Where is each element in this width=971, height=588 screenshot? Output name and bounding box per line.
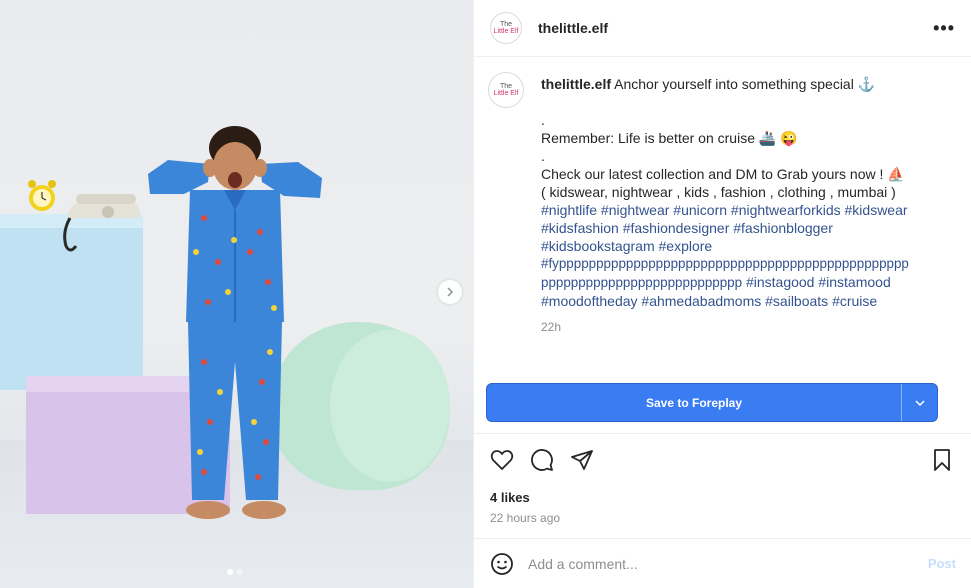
caption-age: 22h [541,320,562,334]
mint-cylinder-face [330,330,450,482]
hashtag-line[interactable]: #fyppppppppppppppppppppppppppppppppppppp… [541,255,951,273]
alarm-clock-prop [28,180,56,211]
child-in-pajamas [148,126,322,519]
carousel-dot [237,569,243,575]
hashtag-line[interactable]: ppppppppppppppppppppppppppp [541,275,742,290]
save-post-button[interactable] [930,448,956,472]
chevron-right-icon [447,287,454,297]
carousel-dot-active [227,569,233,575]
comment-input[interactable] [528,555,928,572]
hashtag-line[interactable]: #nightlife #nightwear #unicorn #nightwea… [541,201,951,219]
post-details-panel: The Little Elf thelittle.elf ••• The Lit… [473,0,971,588]
save-to-foreplay-control: Save to Foreplay [486,383,938,422]
hashtag-line[interactable]: #kidsfashion #fashiondesigner #fashionbl… [541,219,951,237]
caption-line: Check our latest collection and DM to Gr… [541,166,905,182]
likes-count[interactable]: 4 likes [490,490,530,505]
caption-line: Remember: Life is better on cruise 🚢 😜 [541,130,798,146]
avatar[interactable]: The Little Elf [490,12,522,44]
caption-text: thelittle.elf Anchor yourself into somet… [541,75,951,336]
post-image[interactable] [0,0,473,588]
post-timestamp[interactable]: 22 hours ago [490,511,560,525]
chevron-down-icon [914,399,925,406]
post-comment-button[interactable]: Post [928,556,956,571]
caption-avatar[interactable]: The Little Elf [488,72,524,108]
caption-username[interactable]: thelittle.elf [541,76,611,92]
comment-bar: Post [474,538,971,588]
post-username[interactable]: thelittle.elf [538,20,608,36]
divider [474,433,971,434]
send-icon [571,450,593,470]
caption-line: Anchor yourself into something special ⚓ [614,76,876,92]
caption-area: The Little Elf thelittle.elf Anchor your… [474,57,971,375]
bookmark-icon [934,449,950,471]
caption-line: . [541,148,545,164]
hashtag-line[interactable]: #moodoftheday #ahmedabadmoms #sailboats … [541,292,951,310]
caption-line: . [541,112,545,128]
share-button[interactable] [570,448,596,472]
heart-icon [490,450,514,470]
save-to-foreplay-button[interactable]: Save to Foreplay [487,384,901,421]
carousel-indicator [227,569,243,575]
hashtag-line[interactable]: #instagood #instamood [746,274,891,290]
emoji-icon[interactable] [490,552,514,576]
avatar-text: The [499,21,513,28]
more-options-icon[interactable]: ••• [933,18,955,39]
hashtag-line[interactable]: #kidsbookstagram #explore [541,237,951,255]
avatar-text-brand: Little Elf [493,28,519,35]
save-options-dropdown[interactable] [901,384,937,421]
comment-icon [531,449,553,471]
like-button[interactable] [490,448,516,472]
post-header: The Little Elf thelittle.elf ••• [474,0,971,57]
comment-button[interactable] [530,448,556,472]
next-slide-button[interactable] [438,280,462,304]
post-actions [490,448,956,472]
avatar-text: The [499,83,513,90]
avatar-text-brand: Little Elf [493,90,519,97]
caption-line: ( kidswear, nightwear , kids , fashion ,… [541,184,896,200]
rotary-phone-prop [63,194,140,252]
